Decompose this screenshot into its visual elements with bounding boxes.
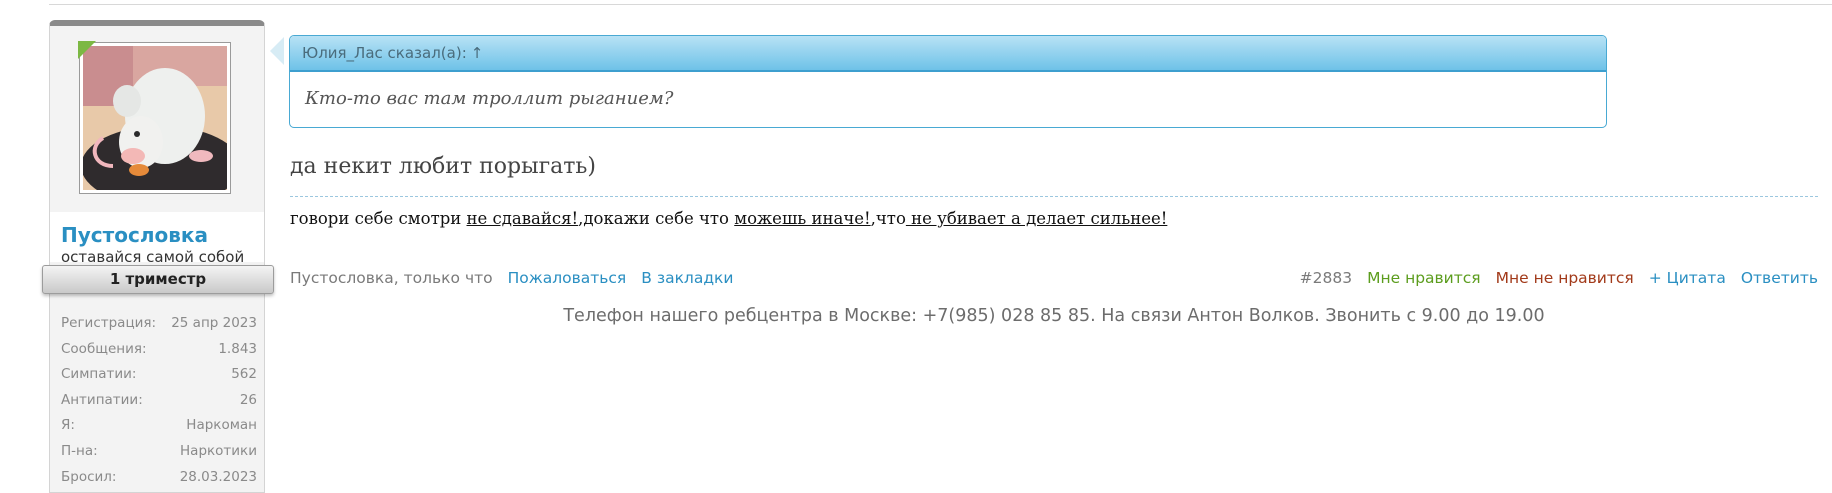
rank-ribbon: 1 триместр [42, 265, 274, 294]
stat-value: Наркотики [180, 442, 257, 459]
stat-value: 25 апр 2023 [171, 315, 257, 331]
reply-button[interactable]: Ответить [1741, 269, 1818, 287]
stat-label: П-на: [61, 442, 98, 459]
dislike-button[interactable]: Мне не нравится [1496, 269, 1634, 287]
post-number-link[interactable]: #2883 [1300, 269, 1352, 287]
user-sidebar: Пустословка оставайся самой собой 1 трим… [42, 20, 274, 493]
signature-text: говори себе смотри [290, 209, 467, 228]
report-link[interactable]: Пожаловаться [508, 269, 627, 287]
stat-row: П-на: Наркотики [61, 439, 257, 465]
avatar[interactable] [79, 42, 231, 194]
quote-block: Юлия_Лас сказал(а): ↑ Кто-то вас там тро… [289, 35, 1607, 128]
stat-label: Я: [61, 417, 75, 434]
bookmark-link[interactable]: В закладки [641, 269, 733, 287]
message-body: да некит любит порыгать) [290, 154, 596, 179]
avatar-image [83, 46, 227, 190]
stat-value: 26 [239, 391, 257, 408]
stat-row: Симпатии: 562 [61, 362, 257, 388]
stat-row: Я: Наркоман [61, 413, 257, 439]
user-stats: Регистрация: 25 апр 2023 Сообщения: 1.843 … [61, 311, 257, 490]
stat-row: Бросил: 28.03.2023 [61, 465, 257, 491]
like-button[interactable]: Мне нравится [1367, 269, 1481, 287]
stat-label: Антипатии: [61, 391, 143, 408]
post-meta[interactable]: Пустословка, только что [290, 269, 493, 287]
quote-arrow-icon[interactable]: ↑ [471, 36, 484, 70]
top-divider [49, 0, 1832, 5]
quote-header: Юлия_Лас сказал(а): ↑ [290, 36, 1606, 72]
signature-underlined: можешь иначе! [734, 209, 871, 228]
footer-actions: #2883 Мне нравится Мне не нравится + Цит… [1300, 269, 1818, 287]
signature-underlined: не убивает а делает сильнее! [905, 209, 1168, 228]
quote-button[interactable]: + Цитата [1649, 269, 1726, 287]
stat-row: Антипатии: 26 [61, 388, 257, 414]
online-badge [78, 41, 96, 59]
signature: говори себе смотри не сдавайся!,докажи с… [290, 209, 1167, 228]
stat-row: Сообщения: 1.843 [61, 337, 257, 363]
stat-value: 1.843 [218, 340, 257, 357]
stat-label: Регистрация: [61, 315, 157, 331]
phone-notice: Телефон нашего ребцентра в Москве: +7(98… [563, 306, 1545, 326]
stat-label: Бросил: [61, 468, 117, 485]
quote-author: Юлия_Лас сказал(а): [302, 44, 467, 62]
signature-divider [290, 196, 1818, 197]
stat-label: Симпатии: [61, 366, 137, 383]
quote-text: Кто-то вас там троллит рыганием? [305, 88, 674, 109]
username-link[interactable]: Пустословка [61, 223, 208, 247]
signature-text: ,что [870, 209, 906, 228]
stat-value: Наркоман [186, 417, 257, 434]
signature-underlined: не сдавайся! [466, 209, 579, 228]
message-footer: Пустословка, только что Пожаловаться В з… [290, 268, 1818, 288]
stat-label: Сообщения: [61, 340, 147, 357]
user-title: оставайся самой собой [61, 248, 245, 266]
stat-row: Регистрация: 25 апр 2023 [61, 311, 257, 337]
message-pointer [270, 37, 284, 65]
signature-text: ,докажи себе что [578, 209, 735, 228]
stat-value: 28.03.2023 [179, 468, 257, 485]
stat-value: 562 [231, 366, 257, 383]
